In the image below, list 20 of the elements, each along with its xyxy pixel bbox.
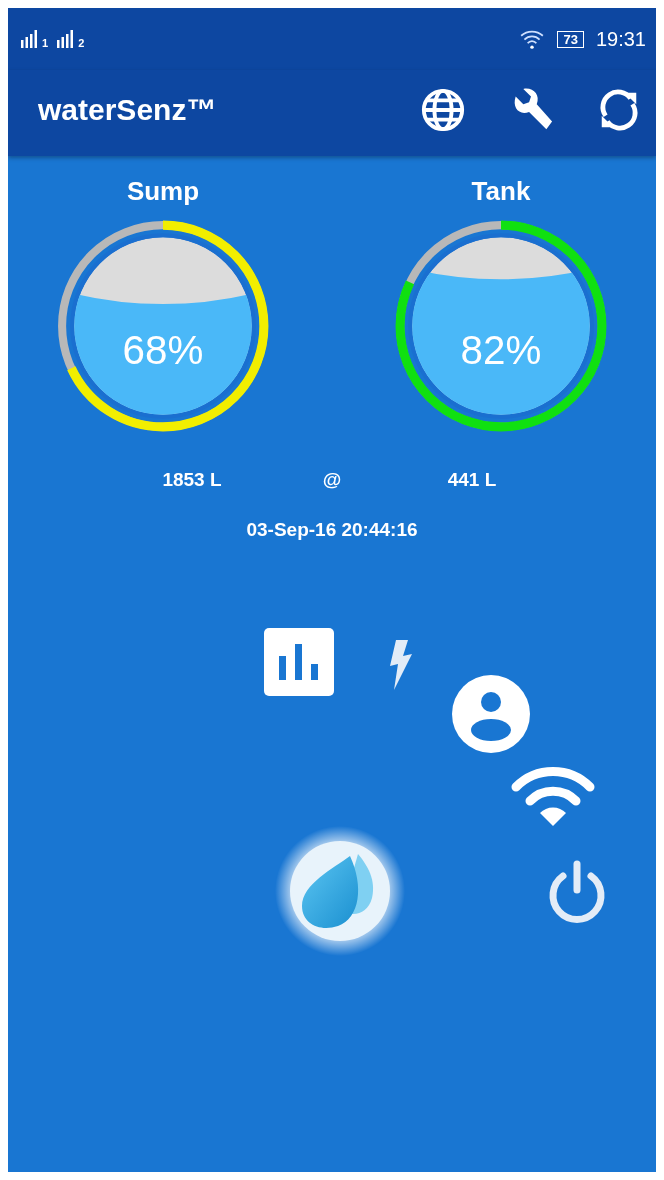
sim-label: 2 [78, 37, 85, 49]
gauge-label: Sump [126, 176, 200, 207]
globe-icon[interactable] [420, 87, 466, 133]
lightning-icon[interactable] [388, 640, 412, 690]
sim-label: 1 [42, 37, 49, 49]
percent-reading: 82% [460, 327, 542, 374]
volume-reading: 1853 L [161, 469, 223, 491]
battery-level: 73 [557, 30, 584, 48]
person-icon[interactable] [452, 675, 530, 753]
gauge-label: Tank [471, 176, 531, 207]
app-title: waterSenz™ [38, 93, 217, 127]
clock-time: 19:31 [595, 27, 646, 51]
wifi-icon[interactable] [510, 765, 596, 827]
at-sign: @ [322, 469, 342, 491]
signal-icon [20, 29, 40, 49]
wifi-icon [519, 28, 546, 50]
percent-reading: 68% [122, 327, 204, 374]
timestamp: 03-Sep-16 20:44:16 [246, 519, 418, 541]
volume-reading: 441 L [446, 469, 498, 491]
bar-chart-icon[interactable] [264, 628, 334, 696]
